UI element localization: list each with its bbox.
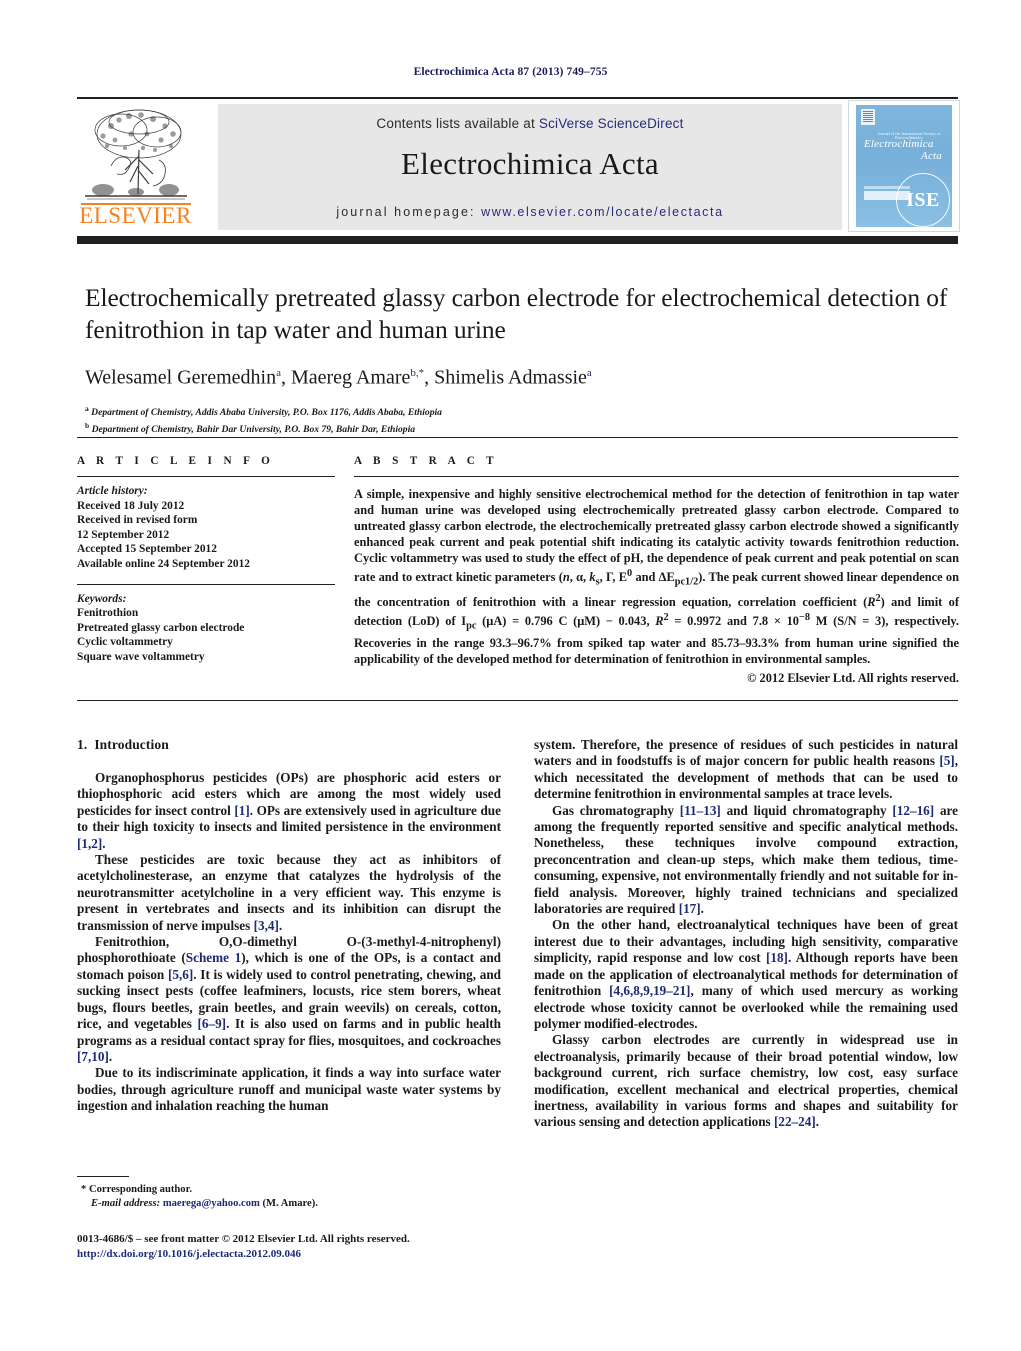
info-section-top-rule <box>77 437 958 439</box>
journal-title: Electrochimica Acta <box>401 146 659 181</box>
footnote-text: * Corresponding author. E-mail address: … <box>77 1183 501 1210</box>
abstract-column: A B S T R A C T A simple, inexpensive an… <box>354 455 959 686</box>
ise-society-badge: ISE <box>896 173 950 227</box>
history-item: Received 18 July 2012 <box>77 499 185 512</box>
body-paragraph: Glassy carbon electrodes are currently i… <box>534 1032 958 1130</box>
journal-homepage-label: journal homepage: <box>336 205 476 219</box>
body-column-left: 1. Introduction Organophosphorus pesticid… <box>77 737 501 1115</box>
history-item: Available online 24 September 2012 <box>77 557 250 570</box>
contents-lists-line: Contents lists available at SciVerse Sci… <box>218 116 842 131</box>
email-link[interactable]: maerega@yahoo.com <box>163 1198 260 1209</box>
sciencedirect-link[interactable]: SciVerse ScienceDirect <box>539 116 684 131</box>
article-info-rule <box>77 476 335 477</box>
journal-banner: Contents lists available at SciVerse Sci… <box>218 104 842 230</box>
running-head: Electrochimica Acta 87 (2013) 749–755 <box>413 66 608 78</box>
imprint-block: 0013-4686/$ – see front matter © 2012 El… <box>77 1232 577 1261</box>
cover-title-line2: Acta <box>921 150 942 162</box>
keyword-item: Fenitrothion <box>77 607 139 620</box>
keywords-label: Keywords: <box>77 592 127 605</box>
abstract-copyright: © 2012 Elsevier Ltd. All rights reserved… <box>747 671 959 686</box>
history-item: Received in revised form <box>77 514 198 527</box>
journal-masthead: ELSEVIER Contents lists available at Sci… <box>77 96 960 232</box>
keyword-item: Pretreated glassy carbon electrode <box>77 621 245 634</box>
elsevier-tree-icon <box>81 104 191 202</box>
journal-homepage-line: journal homepage: www.elsevier.com/locat… <box>218 205 842 219</box>
email-attribution: (M. Amare). <box>262 1197 318 1209</box>
article-info-column: A R T I C L E I N F O Article history: R… <box>77 455 335 665</box>
author-list: Welesamel Geremedhina, Maereg Amareb,*, … <box>85 366 592 389</box>
journal-article-page: Electrochimica Acta 87 (2013) 749–755 EL… <box>0 0 1021 1351</box>
body-paragraph: Fenitrothion, O,O-dimethyl O-(3-methyl-4… <box>77 934 501 1064</box>
abstract-heading: A B S T R A C T <box>354 455 499 467</box>
page-title: Electrochemically pretreated glassy carb… <box>85 283 948 344</box>
title-block: Electrochemically pretreated glassy carb… <box>85 282 960 437</box>
doi-link[interactable]: http://dx.doi.org/10.1016/j.electacta.20… <box>77 1247 577 1262</box>
elsevier-mark-icon <box>861 109 875 125</box>
masthead-bottom-rule <box>77 236 958 244</box>
elsevier-logo[interactable]: ELSEVIER <box>77 104 194 230</box>
corresponding-email-line: E-mail address: maerega@yahoo.com (M. Am… <box>91 1197 501 1211</box>
section-title: Introduction <box>94 737 169 752</box>
body-paragraph: system. Therefore, the presence of resid… <box>534 737 958 802</box>
keyword-item: Cyclic voltammetry <box>77 636 173 649</box>
history-item: 12 September 2012 <box>77 528 170 541</box>
article-history-group: Article history: Received 18 July 2012 R… <box>77 484 335 572</box>
abstract-body: A simple, inexpensive and highly sensiti… <box>354 487 959 667</box>
issn-front-matter: 0013-4686/$ – see front matter © 2012 El… <box>77 1233 410 1245</box>
body-paragraph: Gas chromatography [11–13] and liquid ch… <box>534 802 958 917</box>
keyword-item: Square wave voltammetry <box>77 650 205 663</box>
body-paragraph: On the other hand, electroanalytical tec… <box>534 917 958 1031</box>
body-section-top-rule <box>77 700 958 702</box>
body-paragraph: Organophosphorus pesticides (OPs) are ph… <box>77 770 501 851</box>
elsevier-wordmark: ELSEVIER <box>79 203 192 228</box>
section-heading-introduction: 1. Introduction <box>77 737 501 753</box>
email-address-label: E-mail address: <box>91 1197 161 1209</box>
affiliation-a: a Department of Chemistry, Addis Ababa U… <box>85 403 442 418</box>
body-paragraph: These pesticides are toxic because they … <box>77 852 501 933</box>
body-paragraph: Due to its indiscriminate application, i… <box>77 1065 501 1114</box>
abstract-rule <box>354 476 959 477</box>
history-item: Accepted 15 September 2012 <box>77 543 217 556</box>
affiliation-b: b Department of Chemistry, Bahir Dar Uni… <box>85 421 416 436</box>
corresponding-author-label: * Corresponding author. <box>81 1184 192 1196</box>
section-number: 1. <box>77 737 88 752</box>
journal-homepage-link[interactable]: www.elsevier.com/locate/electacta <box>481 205 723 219</box>
contents-lists-prefix: Contents lists available at <box>376 116 539 131</box>
corresponding-author-footnote: * Corresponding author. E-mail address: … <box>77 1176 501 1210</box>
article-history-label: Article history: <box>77 485 148 497</box>
body-column-right: system. Therefore, the presence of resid… <box>534 737 958 1131</box>
cover-title-line1: Electrochimica <box>864 138 934 150</box>
keywords-rule <box>77 583 335 585</box>
journal-cover-art: Journal of the International Society of … <box>856 105 952 227</box>
affiliation-list: a Department of Chemistry, Addis Ababa U… <box>85 402 960 437</box>
journal-cover-thumbnail[interactable]: Journal of the International Society of … <box>848 100 960 232</box>
cover-journal-title: Electrochimica Acta <box>864 138 948 162</box>
footnote-rule <box>77 1176 129 1178</box>
article-info-heading: A R T I C L E I N F O <box>77 455 275 467</box>
keywords-group: Keywords: Fenitrothion Pretreated glassy… <box>77 592 335 665</box>
